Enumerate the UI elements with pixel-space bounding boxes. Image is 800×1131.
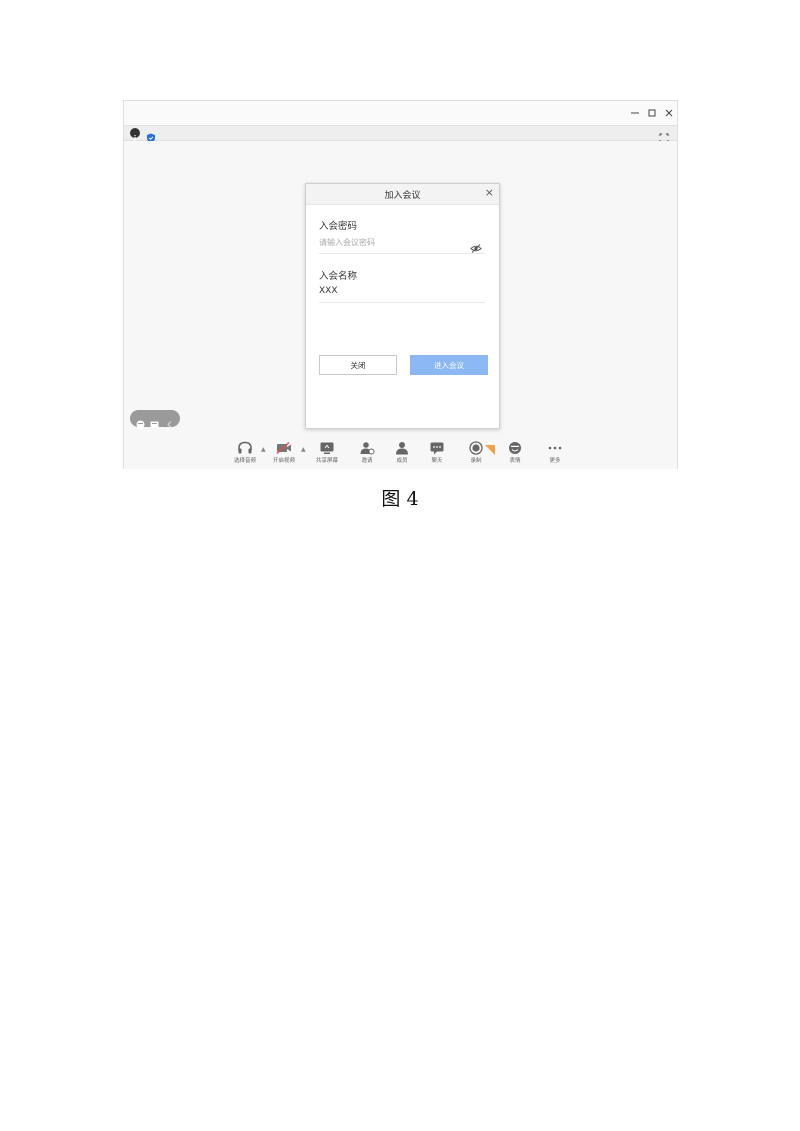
name-label: 入会名称: [319, 271, 358, 282]
password-underline: [319, 253, 485, 254]
figure-caption: 图 4: [381, 488, 419, 510]
fullscreen-icon[interactable]: [659, 128, 669, 143]
share-screen-button[interactable]: 共享屏幕: [307, 441, 347, 464]
dialog-close-icon[interactable]: ×: [485, 186, 494, 200]
emoji-label: 表情: [509, 458, 521, 464]
members-button[interactable]: 成员: [382, 441, 422, 464]
join-meeting-dialog: 加入会议 × 入会密码 请输入会议密码 入会名称 XXX 关闭 进入会议: [305, 183, 500, 429]
more-button[interactable]: 更多: [535, 441, 575, 464]
dialog-header: 加入会议 ×: [306, 184, 499, 205]
share-screen-label: 共享屏幕: [315, 458, 338, 464]
select-audio-button[interactable]: 选择音频: [225, 441, 265, 464]
record-label: 录制: [470, 458, 482, 464]
invite-button[interactable]: 邀请: [347, 441, 387, 464]
name-underline: [319, 302, 485, 303]
bottom-toolbar: 选择音频 ▲ 开启视频 ▲ 共享屏幕 邀请 成员 聊天 录制 表情 更多: [124, 441, 677, 469]
more-label: 更多: [549, 458, 561, 464]
chat-button[interactable]: 聊天: [417, 441, 457, 464]
shield-icon[interactable]: [146, 128, 156, 143]
members-icon: [396, 442, 408, 455]
dialog-title: 加入会议: [384, 191, 421, 201]
emoji-icon: [509, 442, 521, 454]
video-options-caret-icon[interactable]: ▲: [301, 446, 306, 453]
close-button[interactable]: 关闭: [319, 355, 397, 375]
minimize-icon[interactable]: [629, 107, 641, 119]
name-input[interactable]: XXX: [319, 286, 338, 296]
chat-icon: [430, 442, 444, 455]
record-badge-icon: [485, 440, 495, 455]
join-meeting-button[interactable]: 进入会议: [410, 355, 488, 375]
layout-icon[interactable]: [150, 414, 159, 428]
start-video-label: 开启视频: [272, 458, 295, 464]
title-bar: [124, 101, 677, 126]
toolbar: [124, 126, 677, 143]
whiteboard-icon[interactable]: [136, 414, 145, 429]
collapse-chevron-icon[interactable]: [165, 414, 174, 428]
maximize-icon[interactable]: [646, 107, 658, 119]
chat-label: 聊天: [431, 458, 443, 464]
record-icon: [469, 441, 483, 455]
headset-icon: [238, 441, 252, 454]
password-input[interactable]: 请输入会议密码: [319, 237, 459, 248]
select-audio-label: 选择音频: [233, 458, 256, 464]
meeting-window: 加入会议 × 入会密码 请输入会议密码 入会名称 XXX 关闭 进入会议 选择音…: [123, 100, 678, 469]
emoji-button[interactable]: 表情: [495, 441, 535, 464]
invite-label: 邀请: [361, 458, 373, 464]
close-icon[interactable]: [663, 107, 675, 119]
eye-hidden-icon[interactable]: [470, 238, 482, 253]
more-icon: [548, 446, 562, 450]
floating-controls: [130, 410, 180, 429]
meeting-content: 加入会议 × 入会密码 请输入会议密码 入会名称 XXX 关闭 进入会议 选择音…: [124, 141, 677, 469]
invite-icon: [360, 442, 375, 455]
password-label: 入会密码: [319, 221, 358, 232]
members-label: 成员: [396, 458, 408, 464]
info-icon[interactable]: [130, 128, 140, 141]
start-video-button[interactable]: 开启视频: [264, 441, 304, 464]
video-off-icon: [276, 441, 291, 455]
share-screen-icon: [320, 442, 334, 454]
